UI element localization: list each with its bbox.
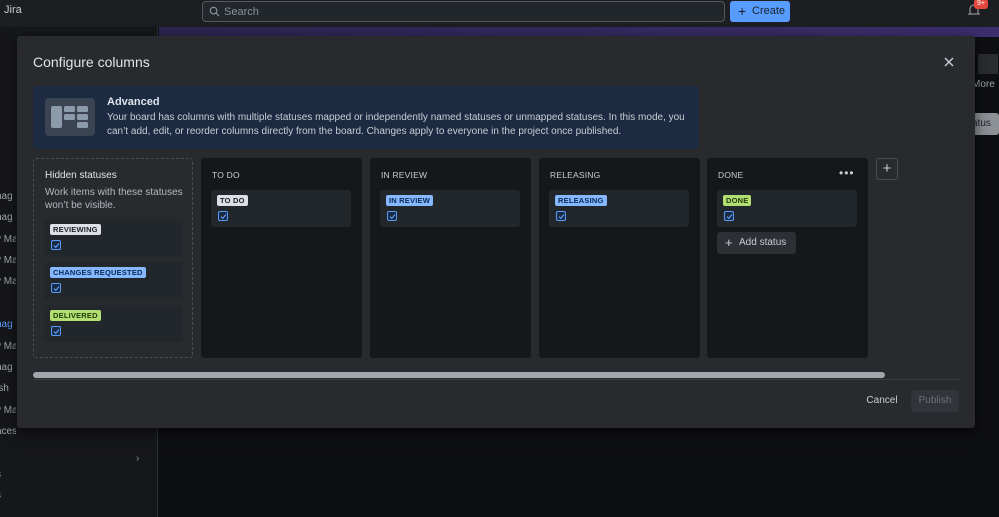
- sidebar-item[interactable]: aces: [0, 426, 16, 437]
- sidebar-item[interactable]: y Ma: [0, 405, 16, 416]
- sidebar-item[interactable]: y Ma: [0, 234, 16, 245]
- scrollbar-thumb[interactable]: [33, 372, 885, 378]
- status-lozenge: TO DO: [217, 195, 248, 206]
- modal-title: Configure columns: [33, 54, 150, 70]
- plus-icon: +: [725, 235, 733, 250]
- share-icon[interactable]: [978, 54, 998, 74]
- column-title: DONE: [718, 170, 744, 180]
- status-card[interactable]: DELIVERED: [44, 305, 183, 342]
- checkbox-checked-icon[interactable]: [556, 211, 566, 221]
- sidebar-item[interactable]: y Ma: [0, 255, 16, 266]
- column-title: RELEASING: [550, 170, 601, 180]
- publish-button[interactable]: Publish: [911, 390, 959, 412]
- more-horizontal-icon[interactable]: •••: [839, 166, 855, 180]
- search-icon: [209, 6, 220, 17]
- search-input[interactable]: Search: [202, 1, 725, 22]
- sidebar-item[interactable]: nag: [0, 212, 16, 223]
- notification-badge: 9+: [974, 0, 988, 9]
- app-logo[interactable]: Jira: [4, 4, 22, 16]
- checkbox-checked-icon[interactable]: [51, 326, 61, 336]
- column-releasing[interactable]: RELEASING RELEASING: [539, 158, 700, 358]
- sidebar-item[interactable]: s: [0, 490, 16, 501]
- sidebar-item[interactable]: nag: [0, 362, 16, 373]
- checkbox-checked-icon[interactable]: [724, 211, 734, 221]
- status-lozenge: CHANGES REQUESTED: [50, 267, 146, 278]
- sidebar-item[interactable]: s: [0, 469, 16, 480]
- status-card[interactable]: REVIEWING: [44, 219, 183, 256]
- close-button[interactable]: [941, 54, 957, 70]
- checkbox-checked-icon[interactable]: [51, 283, 61, 293]
- status-card[interactable]: RELEASING: [549, 190, 689, 227]
- column-to-do[interactable]: TO DO TO DO: [201, 158, 362, 358]
- checkbox-checked-icon[interactable]: [218, 211, 228, 221]
- plus-icon: +: [738, 3, 747, 19]
- plus-icon: +: [882, 160, 892, 177]
- advanced-info-banner: Advanced Your board has columns with mul…: [33, 86, 699, 149]
- status-lozenge: IN REVIEW: [386, 195, 433, 206]
- top-navigation: Jira Search + Create 9+: [0, 0, 999, 27]
- column-in-review[interactable]: IN REVIEW IN REVIEW: [370, 158, 531, 358]
- checkbox-checked-icon[interactable]: [51, 240, 61, 250]
- checkbox-checked-icon[interactable]: [387, 211, 397, 221]
- column-title: TO DO: [212, 170, 240, 180]
- info-text: Your board has columns with multiple sta…: [107, 112, 685, 137]
- hidden-statuses-column: Hidden statuses Work items with these st…: [33, 158, 193, 358]
- more-link[interactable]: More: [972, 79, 995, 90]
- cancel-button[interactable]: Cancel: [861, 390, 903, 412]
- footer-divider: [33, 379, 960, 380]
- info-title: Advanced: [107, 96, 160, 108]
- hidden-statuses-title: Hidden statuses: [45, 170, 117, 181]
- create-button[interactable]: + Create: [730, 1, 790, 22]
- hidden-statuses-description: Work items with these statuses won’t be …: [45, 187, 183, 211]
- notifications-button[interactable]: 9+: [967, 0, 988, 17]
- status-lozenge: DONE: [723, 195, 752, 206]
- status-card[interactable]: DONE: [717, 190, 857, 227]
- add-column-button[interactable]: +: [876, 158, 898, 180]
- sidebar-item[interactable]: y Ma: [0, 276, 16, 287]
- create-label: Create: [752, 5, 786, 17]
- add-status-button[interactable]: + Add status: [717, 232, 796, 254]
- column-title: IN REVIEW: [381, 170, 428, 180]
- sidebar-item[interactable]: nag: [0, 191, 16, 202]
- column-done[interactable]: DONE ••• DONE + Add status: [707, 158, 868, 358]
- sidebar-item-active[interactable]: nag: [0, 319, 16, 330]
- configure-columns-modal: Configure columns Advanced Your board ha…: [17, 36, 975, 428]
- status-lozenge: DELIVERED: [50, 310, 101, 321]
- search-placeholder: Search: [224, 6, 259, 18]
- status-card[interactable]: CHANGES REQUESTED: [44, 262, 183, 299]
- status-lozenge: REVIEWING: [50, 224, 101, 235]
- status-lozenge: RELEASING: [555, 195, 607, 206]
- horizontal-scrollbar[interactable]: [33, 371, 960, 379]
- sidebar-item[interactable]: ish: [0, 383, 16, 394]
- board-icon: [45, 98, 95, 136]
- sidebar-item[interactable]: y Ma: [0, 341, 16, 352]
- status-card[interactable]: TO DO: [211, 190, 351, 227]
- add-status-label: Add status: [739, 237, 787, 248]
- chevron-right-icon[interactable]: ›: [136, 453, 139, 464]
- close-icon: [944, 57, 954, 67]
- status-card[interactable]: IN REVIEW: [380, 190, 520, 227]
